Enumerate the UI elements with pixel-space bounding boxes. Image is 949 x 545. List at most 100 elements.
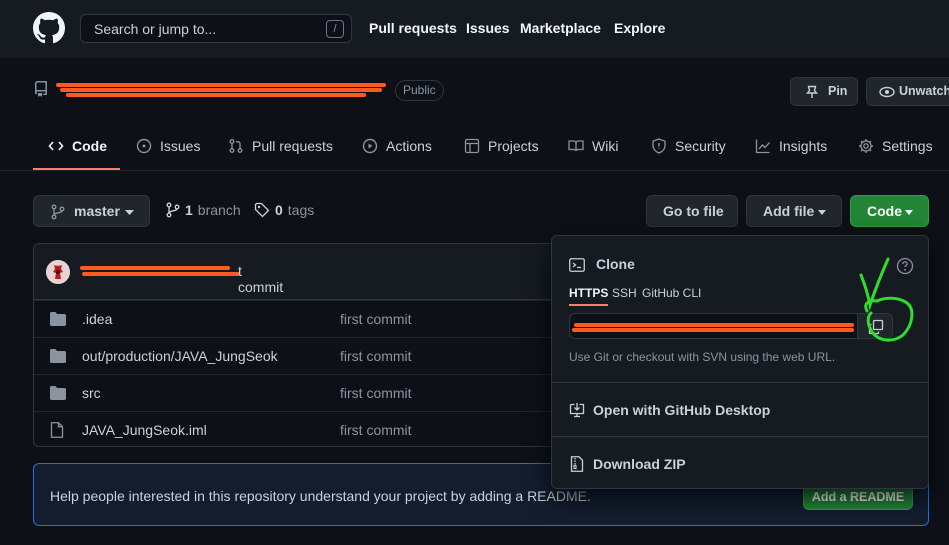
tag-word: tags — [287, 202, 315, 218]
pull-request-icon — [229, 139, 243, 153]
code-icon — [48, 141, 64, 151]
branch-select-button[interactable]: master — [33, 195, 150, 227]
file-name[interactable]: .idea — [82, 311, 112, 327]
tab-settings[interactable]: Settings — [858, 136, 933, 156]
latest-commit-message[interactable]: t commit — [80, 263, 290, 295]
visibility-badge: Public — [395, 80, 444, 101]
protocol-tab-cli[interactable]: GitHub CLI — [642, 286, 701, 300]
book-icon — [568, 140, 584, 152]
tab-projects-label: Projects — [488, 138, 539, 154]
divider — [552, 436, 928, 437]
nav-issues[interactable]: Issues — [466, 20, 510, 36]
branch-count: 1 — [185, 202, 193, 218]
file-row[interactable]: .idea first commit — [34, 300, 572, 337]
table-icon — [464, 138, 480, 154]
tab-pull-requests-label: Pull requests — [252, 138, 333, 154]
chevron-down-icon — [905, 210, 913, 215]
search-input[interactable]: Search or jump to... / — [80, 14, 352, 43]
protocol-tab-https[interactable]: HTTPS — [569, 286, 609, 306]
nav-pull-requests[interactable]: Pull requests — [369, 20, 457, 36]
code-button[interactable]: Code — [850, 195, 929, 227]
repo-name-redacted[interactable] — [56, 78, 388, 100]
graph-icon — [755, 139, 770, 154]
add-file-label: Add file — [763, 203, 815, 219]
file-zip-icon — [570, 456, 584, 472]
file-name[interactable]: src — [82, 385, 101, 401]
download-zip-item[interactable]: Download ZIP — [569, 456, 686, 472]
pin-icon — [806, 85, 818, 98]
open-github-desktop-item[interactable]: Open with GitHub Desktop — [569, 402, 770, 418]
protocol-tab-ssh[interactable]: SSH — [612, 286, 637, 300]
tab-wiki[interactable]: Wiki — [568, 136, 618, 156]
search-shortcut-key: / — [326, 20, 344, 38]
pin-label: Pin — [828, 84, 848, 98]
tabs-divider — [0, 170, 949, 171]
go-to-file-label: Go to file — [663, 203, 724, 219]
file-row[interactable]: src first commit — [34, 374, 572, 411]
issue-icon — [136, 138, 152, 154]
open-github-desktop-label: Open with GitHub Desktop — [593, 402, 771, 418]
chevron-down-icon — [818, 210, 826, 215]
tab-issues[interactable]: Issues — [136, 136, 200, 156]
tab-wiki-label: Wiki — [592, 138, 619, 154]
play-icon — [362, 138, 378, 154]
tab-actions[interactable]: Actions — [362, 136, 432, 156]
tab-security[interactable]: Security — [651, 136, 726, 156]
avatar[interactable] — [46, 260, 70, 284]
latest-commit-bar: t commit — [34, 244, 572, 300]
desktop-download-icon — [569, 403, 585, 418]
clone-url-input[interactable] — [569, 313, 858, 339]
file-name[interactable]: out/production/JAVA_JungSeok — [82, 348, 278, 364]
tag-count: 0 — [275, 202, 283, 218]
unwatch-button[interactable]: Unwatch — [866, 77, 949, 106]
nav-explore[interactable]: Explore — [614, 20, 665, 36]
shield-icon — [652, 138, 666, 154]
folder-icon — [50, 349, 66, 363]
commit-message-tail: t commit — [238, 263, 284, 295]
clone-title: Clone — [596, 256, 635, 272]
gear-icon — [859, 139, 873, 153]
divider — [552, 382, 928, 383]
file-row[interactable]: out/production/JAVA_JungSeok first commi… — [34, 337, 572, 374]
code-button-label: Code — [867, 203, 902, 219]
github-logo-icon[interactable] — [33, 12, 65, 44]
file-commit-message[interactable]: first commit — [340, 348, 412, 364]
file-list: t commit .idea first commit out/producti… — [33, 243, 573, 447]
repo-icon — [33, 81, 49, 97]
terminal-icon — [569, 258, 585, 272]
clone-hint: Use Git or checkout with SVN using the w… — [569, 350, 836, 364]
tab-issues-label: Issues — [160, 138, 201, 154]
folder-icon — [50, 386, 66, 400]
global-header: Search or jump to... / Pull requests Iss… — [0, 0, 949, 58]
file-commit-message[interactable]: first commit — [340, 422, 412, 438]
folder-icon — [50, 312, 66, 326]
file-commit-message[interactable]: first commit — [340, 311, 412, 327]
file-name[interactable]: JAVA_JungSeok.iml — [82, 422, 207, 438]
search-placeholder: Search or jump to... — [94, 21, 217, 37]
readme-banner-text: Help people interested in this repositor… — [50, 488, 591, 504]
tags-link[interactable]: 0 tags — [254, 202, 314, 218]
tab-insights-label: Insights — [779, 138, 828, 154]
add-file-button[interactable]: Add file — [746, 195, 842, 227]
pin-button[interactable]: Pin — [790, 77, 858, 106]
tab-projects[interactable]: Projects — [464, 136, 539, 156]
branch-icon — [166, 202, 180, 218]
chevron-down-icon — [125, 210, 134, 215]
tab-code[interactable]: Code — [48, 136, 107, 156]
file-commit-message[interactable]: first commit — [340, 385, 412, 401]
branch-icon — [51, 204, 65, 220]
file-row[interactable]: JAVA_JungSeok.iml first commit — [34, 411, 572, 446]
go-to-file-button[interactable]: Go to file — [646, 195, 738, 227]
tab-pull-requests[interactable]: Pull requests — [228, 136, 333, 156]
tab-insights[interactable]: Insights — [755, 136, 827, 156]
tab-code-label: Code — [72, 138, 107, 154]
nav-marketplace[interactable]: Marketplace — [520, 20, 601, 36]
tab-settings-label: Settings — [882, 138, 933, 154]
download-zip-label: Download ZIP — [593, 456, 686, 472]
branches-link[interactable]: 1 branch — [166, 202, 241, 218]
annotation-checkmark-icon — [859, 257, 914, 342]
file-icon — [50, 422, 64, 438]
tag-icon — [254, 202, 270, 218]
eye-icon — [879, 86, 895, 98]
branch-name: master — [74, 203, 120, 219]
